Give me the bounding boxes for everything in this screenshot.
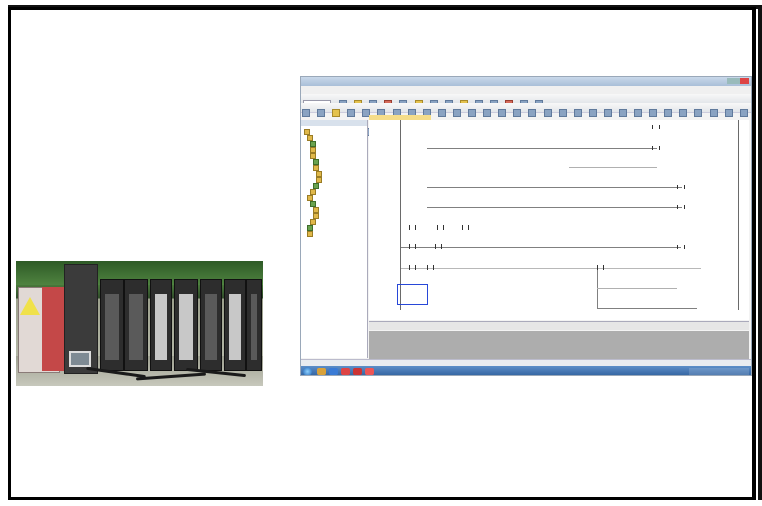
plc-io-module xyxy=(100,279,124,371)
toolbar-icon[interactable] xyxy=(317,109,326,117)
tree-item[interactable] xyxy=(310,146,318,153)
toolbar-icon[interactable] xyxy=(452,109,461,117)
ladder-coil[interactable] xyxy=(652,146,660,150)
tree-item[interactable] xyxy=(313,158,321,165)
toolbar-icon[interactable] xyxy=(437,109,446,117)
plc-io-module xyxy=(246,279,262,371)
toolbar-icon[interactable] xyxy=(618,109,627,117)
plc-rack-photo xyxy=(16,261,263,386)
toolbar-icon[interactable] xyxy=(558,109,567,117)
toolbar-row-2 xyxy=(301,103,751,136)
ladder-contact[interactable] xyxy=(409,265,416,270)
tree-item[interactable] xyxy=(313,212,321,219)
status-bar xyxy=(301,359,751,366)
toolbar-icon[interactable] xyxy=(498,109,507,117)
toolbar-icon[interactable] xyxy=(694,109,703,117)
ladder-contact[interactable] xyxy=(462,225,469,230)
tree-item[interactable] xyxy=(313,206,321,213)
start-button-icon[interactable] xyxy=(303,367,312,375)
ladder-coil[interactable] xyxy=(677,205,685,209)
tree-item[interactable] xyxy=(310,218,318,225)
tree-item[interactable] xyxy=(316,176,324,183)
ladder-contact[interactable] xyxy=(435,244,442,249)
plc-io-module xyxy=(200,279,222,371)
taskbar-app-icon[interactable] xyxy=(341,368,350,375)
ladder-contact[interactable] xyxy=(437,225,444,230)
toolbar-icon[interactable] xyxy=(347,109,356,117)
navigator-header xyxy=(301,120,367,126)
ladder-contact[interactable] xyxy=(427,265,434,270)
toolbar-icon[interactable] xyxy=(664,109,673,117)
toolbar-icon[interactable] xyxy=(543,109,552,117)
ladder-rung xyxy=(427,187,682,188)
tree-item[interactable] xyxy=(310,152,318,159)
ladder-cursor-edge xyxy=(397,284,428,305)
plc-power-supply-front xyxy=(42,287,64,371)
taskbar-app-icon[interactable] xyxy=(329,368,338,375)
output-window xyxy=(369,331,749,359)
ladder-software-screenshot xyxy=(300,76,752,376)
tree-item[interactable] xyxy=(316,170,324,177)
toolbar-icon[interactable] xyxy=(739,109,748,117)
tree-item[interactable] xyxy=(304,128,312,135)
ladder-rung xyxy=(427,148,657,149)
warning-label-icon xyxy=(20,297,40,315)
menu-bar xyxy=(301,86,751,94)
ladder-rung xyxy=(597,308,697,309)
plc-io-module xyxy=(150,279,172,371)
toolbar-icon[interactable] xyxy=(302,109,310,117)
ladder-right-rail xyxy=(738,120,739,310)
system-tray xyxy=(689,368,749,375)
project-navigator xyxy=(301,120,368,375)
plc-io-module xyxy=(224,279,246,371)
toolbar-icon[interactable] xyxy=(603,109,612,117)
toolbar-icon[interactable] xyxy=(483,109,492,117)
output-window-header xyxy=(369,321,749,330)
slide-frame-right xyxy=(758,5,762,500)
ladder-contact[interactable] xyxy=(597,265,604,270)
ladder-rung xyxy=(597,288,677,289)
ladder-left-rail xyxy=(400,120,401,310)
windows-taskbar xyxy=(301,366,751,375)
ladder-contact[interactable] xyxy=(409,225,416,230)
plc-ethernet-port-icon xyxy=(69,351,91,367)
tree-item[interactable] xyxy=(313,182,321,189)
toolbar-icon[interactable] xyxy=(679,109,688,117)
toolbar-icon[interactable] xyxy=(724,109,733,117)
ladder-coil[interactable] xyxy=(652,125,660,129)
tree-item[interactable] xyxy=(310,140,318,147)
toolbar-icon[interactable] xyxy=(588,109,597,117)
ladder-coil[interactable] xyxy=(677,245,685,249)
window-title-bar xyxy=(301,77,751,86)
tree-item[interactable] xyxy=(307,134,315,141)
toolbar-icon[interactable] xyxy=(528,109,537,117)
toolbar-icon[interactable] xyxy=(709,109,718,117)
taskbar-app-icon[interactable] xyxy=(317,368,326,375)
taskbar-app-icon[interactable] xyxy=(353,368,362,375)
toolbar-icon[interactable] xyxy=(634,109,643,117)
ladder-coil[interactable] xyxy=(677,185,685,189)
tree-item[interactable] xyxy=(307,194,315,201)
toolbar-icon[interactable] xyxy=(332,109,341,117)
ladder-rung xyxy=(401,268,701,269)
ladder-rung xyxy=(569,167,657,168)
ladder-contact[interactable] xyxy=(409,244,416,249)
tree-item[interactable] xyxy=(310,188,318,195)
ladder-rung xyxy=(427,207,682,208)
window-controls[interactable] xyxy=(727,78,749,84)
tree-item[interactable] xyxy=(307,230,315,237)
plc-io-module xyxy=(174,279,198,371)
toolbar-icon[interactable] xyxy=(649,109,658,117)
toolbar-icon[interactable] xyxy=(468,109,477,117)
ladder-rung xyxy=(401,247,681,248)
ladder-editor[interactable] xyxy=(369,115,749,320)
tree-item[interactable] xyxy=(313,164,321,171)
tree-item[interactable] xyxy=(307,224,315,231)
tree-item[interactable] xyxy=(310,200,318,207)
toolbar-icon[interactable] xyxy=(573,109,582,117)
toolbar-icon[interactable] xyxy=(513,109,522,117)
taskbar-app-icon[interactable] xyxy=(365,368,374,375)
plc-io-module xyxy=(124,279,148,371)
ladder-branch xyxy=(597,270,598,308)
